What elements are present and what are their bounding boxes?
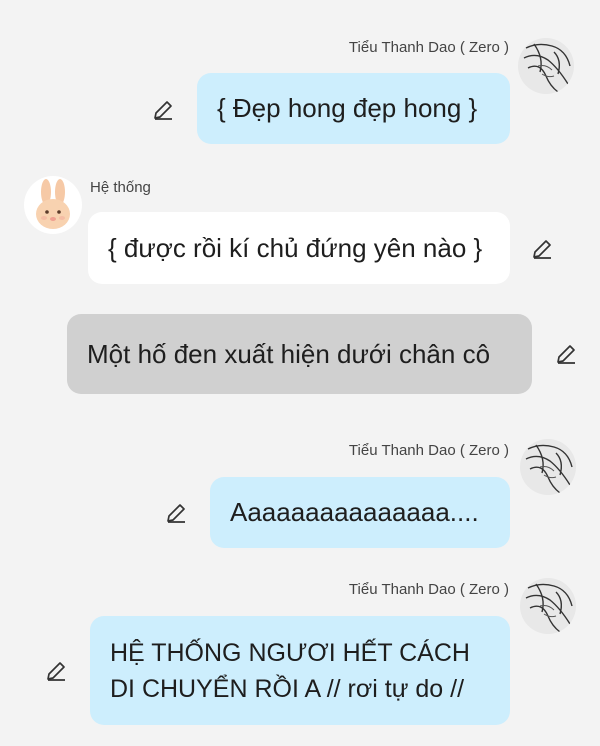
message-bubble[interactable]: Aaaaaaaaaaaaaaa.... xyxy=(210,477,510,548)
sender-name: Tiểu Thanh Dao ( Zero ) xyxy=(348,581,509,598)
pencil-edit-icon[interactable] xyxy=(554,342,578,366)
message-text: HỆ THỐNG NGƯƠI HẾT CÁCH DI CHUYỂN RỒI A … xyxy=(110,635,470,707)
pencil-edit-icon[interactable] xyxy=(164,501,188,525)
message-bubble[interactable]: { Đẹp hong đẹp hong } xyxy=(197,73,510,144)
message-text: Aaaaaaaaaaaaaaa.... xyxy=(230,497,479,527)
sketch-girl-avatar-icon[interactable] xyxy=(520,439,576,495)
message-bubble[interactable]: HỆ THỐNG NGƯƠI HẾT CÁCH DI CHUYỂN RỒI A … xyxy=(90,616,510,725)
sender-name: Tiểu Thanh Dao ( Zero ) xyxy=(348,442,509,459)
pencil-edit-icon[interactable] xyxy=(44,659,68,683)
sender-name: Hệ thống xyxy=(90,179,151,196)
pencil-edit-icon[interactable] xyxy=(530,237,554,261)
message-text: { được rồi kí chủ đứng yên nào } xyxy=(108,232,483,263)
message-text: { Đẹp hong đẹp hong } xyxy=(217,93,478,123)
sender-name: Tiểu Thanh Dao ( Zero ) xyxy=(348,39,509,56)
message-text: Một hố đen xuất hiện dưới chân cô xyxy=(87,338,491,369)
pencil-edit-icon[interactable] xyxy=(151,98,175,122)
message-line: HỆ THỐNG NGƯƠI HẾT CÁCH xyxy=(110,638,470,667)
message-line: DI CHUYỂN RỒI A // rơi tự do // xyxy=(110,674,465,703)
narration-bubble[interactable]: Một hố đen xuất hiện dưới chân cô xyxy=(67,314,532,394)
message-bubble[interactable]: { được rồi kí chủ đứng yên nào } xyxy=(88,212,510,284)
bunny-avatar-icon[interactable] xyxy=(24,176,82,234)
sketch-girl-avatar-icon[interactable] xyxy=(518,38,574,94)
sketch-girl-avatar-icon[interactable] xyxy=(520,578,576,634)
